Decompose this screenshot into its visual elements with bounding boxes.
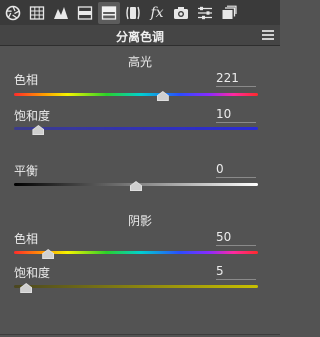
highlights-heading: 高光 — [127, 55, 152, 69]
shadows-heading: 阴影 — [127, 214, 152, 228]
sliders-icon — [198, 6, 212, 19]
grid-icon — [29, 5, 45, 20]
highlights-hue-value[interactable]: 221 — [216, 71, 256, 87]
curve-mountain-icon — [54, 6, 68, 19]
highlights-hue-slider-track[interactable] — [14, 93, 258, 96]
toolbar: fx — [0, 0, 280, 25]
shadows-saturation-value[interactable]: 5 — [216, 264, 256, 280]
tool-split-toning[interactable] — [98, 1, 120, 24]
tool-basic[interactable] — [2, 2, 24, 24]
hsl-panel-icon — [77, 5, 93, 20]
shadows-saturation-slider-track[interactable] — [14, 285, 258, 288]
tool-detail[interactable] — [50, 2, 72, 24]
camera-icon — [174, 6, 188, 19]
tool-presets[interactable] — [194, 2, 216, 24]
highlights-hue-label: 色相 — [14, 73, 39, 87]
aperture-icon — [5, 5, 21, 20]
balance-label: 平衡 — [14, 164, 39, 178]
tool-effects[interactable]: fx — [146, 2, 168, 24]
split-toning-icon — [101, 5, 117, 20]
shadows-hue-label: 色相 — [14, 232, 39, 246]
tool-tone-curve-grid[interactable] — [26, 2, 48, 24]
tool-snapshots[interactable] — [218, 2, 240, 24]
shadows-hue-value[interactable]: 50 — [216, 230, 256, 246]
panel-header: 分离色调 — [0, 25, 280, 46]
presets-icon — [222, 5, 237, 19]
highlights-saturation-value[interactable]: 10 — [216, 107, 256, 123]
shadows-saturation-label: 饱和度 — [14, 266, 51, 280]
tool-lens[interactable] — [122, 2, 144, 24]
highlights-saturation-slider-track[interactable] — [14, 127, 258, 130]
fx-icon: fx — [150, 4, 164, 21]
tool-camera-calibration[interactable] — [170, 2, 192, 24]
tool-hsl[interactable] — [74, 2, 96, 24]
lens-icon — [126, 6, 140, 19]
panel-bottom-divider — [0, 334, 280, 335]
split-toning-panel: fx 分离色调 高光 色相 221 饱和度 10 平衡 0 阴影 色相 50 饱… — [0, 0, 280, 337]
panel-menu-icon[interactable] — [262, 30, 274, 40]
highlights-saturation-label: 饱和度 — [14, 109, 51, 123]
panel-title: 分离色调 — [115, 30, 164, 44]
balance-value[interactable]: 0 — [216, 162, 256, 178]
